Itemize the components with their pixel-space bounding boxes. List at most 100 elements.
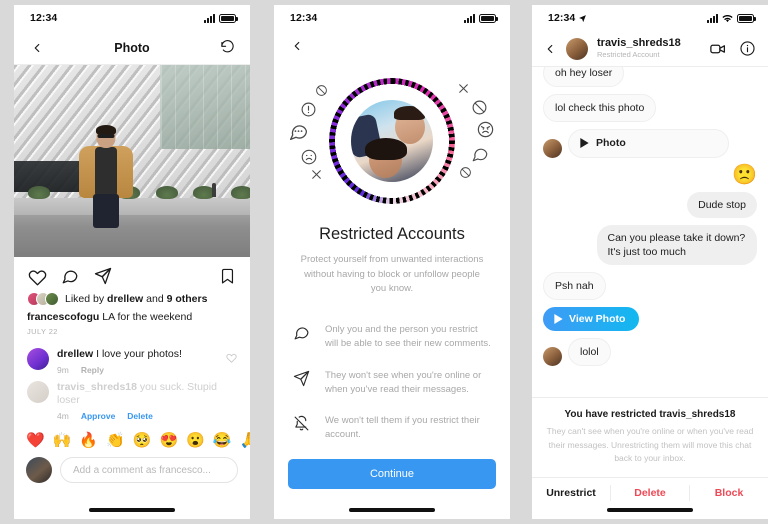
chevron-left-icon[interactable] bbox=[287, 36, 307, 56]
avatar[interactable] bbox=[27, 348, 49, 371]
bell-slash-icon bbox=[292, 414, 311, 433]
delete-button[interactable]: Delete bbox=[127, 411, 153, 421]
emoji-button[interactable]: 😂 bbox=[213, 431, 232, 449]
bush bbox=[28, 186, 51, 200]
angry-face-icon bbox=[475, 119, 496, 140]
page-title: Photo bbox=[114, 40, 150, 55]
delete-button[interactable]: Delete bbox=[611, 478, 689, 508]
list-item: Only you and the person you restrict wil… bbox=[292, 323, 492, 352]
block-circle-slash-icon bbox=[314, 83, 328, 97]
avatar[interactable] bbox=[543, 347, 562, 367]
message-row: 🙁 bbox=[543, 165, 757, 185]
bush bbox=[231, 186, 250, 200]
unrestrict-button[interactable]: Unrestrict bbox=[532, 478, 610, 508]
caption-text: LA for the weekend bbox=[102, 311, 193, 323]
info-circle-icon[interactable] bbox=[737, 39, 757, 59]
photo-message-bubble[interactable]: Photo bbox=[568, 129, 729, 158]
list-item: We won't tell them if you restrict their… bbox=[292, 414, 492, 443]
battery-icon bbox=[479, 13, 498, 23]
paper-plane-icon[interactable] bbox=[93, 266, 113, 286]
phone-screen-post: 12:34 Photo Liked by drellew and 9 other… bbox=[14, 5, 250, 519]
cellular-signal-icon bbox=[464, 13, 475, 23]
photo-message-label: Photo bbox=[596, 137, 626, 150]
page-subtitle: Protect yourself from unwanted interacti… bbox=[300, 254, 484, 295]
dm-identity[interactable]: travis_shreds18 Restricted Account bbox=[597, 37, 699, 59]
post-image[interactable] bbox=[14, 65, 250, 257]
heart-icon[interactable] bbox=[226, 350, 237, 363]
comment-username[interactable]: travis_shreds18 bbox=[57, 381, 137, 393]
post-date: JULY 22 bbox=[27, 327, 58, 337]
message-row: oh hey loser bbox=[543, 67, 757, 88]
page-title: Restricted Accounts bbox=[319, 225, 465, 243]
approve-button[interactable]: Approve bbox=[81, 411, 115, 421]
home-indicator bbox=[532, 508, 768, 519]
emoji-button[interactable]: 😍 bbox=[159, 431, 178, 449]
caption-username[interactable]: francescofogu bbox=[27, 311, 99, 323]
bookmark-icon[interactable] bbox=[217, 266, 237, 286]
emoji-button[interactable]: 🙌 bbox=[53, 431, 72, 449]
avatar[interactable] bbox=[543, 138, 562, 158]
list-item-label: We won't tell them if you restrict their… bbox=[325, 415, 480, 441]
message-thread[interactable]: oh hey loser lol check this photo Photo … bbox=[532, 67, 768, 397]
message-bubble[interactable]: Dude stop bbox=[687, 191, 757, 218]
emoji-button[interactable]: 🔥 bbox=[79, 431, 98, 449]
comment-bubble-icon[interactable] bbox=[60, 266, 80, 286]
location-arrow-icon bbox=[579, 14, 587, 22]
continue-button[interactable]: Continue bbox=[288, 459, 496, 490]
emoji-button[interactable]: 🙏 bbox=[240, 431, 251, 449]
rotate-back-icon[interactable] bbox=[217, 38, 237, 58]
view-photo-label: View Photo bbox=[569, 313, 626, 326]
message-bubble[interactable]: lolol bbox=[568, 338, 611, 367]
distant-person bbox=[212, 183, 217, 198]
wifi-icon bbox=[722, 14, 733, 23]
comment-reply-button[interactable]: Reply bbox=[81, 365, 104, 375]
play-icon bbox=[580, 138, 589, 149]
chevron-left-icon[interactable] bbox=[27, 38, 47, 58]
message-bubble[interactable]: lol check this photo bbox=[543, 94, 657, 123]
phone-screen-direct-message: 12:34 travis_shreds18 Restricted Account bbox=[532, 5, 768, 519]
message-bubble[interactable]: Can you please take it down? It's just t… bbox=[596, 224, 757, 266]
list-item-label: They won't see when you're online or whe… bbox=[325, 369, 482, 395]
message-row: Psh nah bbox=[543, 272, 757, 301]
avatar[interactable] bbox=[27, 380, 49, 403]
battery-icon bbox=[219, 13, 238, 23]
message-bubble[interactable]: Psh nah bbox=[543, 272, 606, 301]
avatar[interactable] bbox=[566, 37, 588, 60]
avatar bbox=[26, 457, 52, 484]
chevron-left-icon[interactable] bbox=[543, 39, 557, 59]
view-photo-button[interactable]: View Photo bbox=[543, 307, 640, 332]
emoji-message[interactable]: 🙁 bbox=[732, 165, 757, 185]
list-item: They won't see when you're online or whe… bbox=[292, 369, 492, 398]
message-bubble-clipped[interactable]: oh hey loser bbox=[543, 67, 625, 88]
x-mark-icon bbox=[456, 81, 470, 95]
avatar bbox=[45, 292, 59, 306]
comment-bubble-icon bbox=[469, 143, 490, 164]
comment-username[interactable]: drellew bbox=[57, 348, 93, 360]
liker-avatar-stack bbox=[27, 292, 59, 306]
comment-composer: Add a comment as francesco... bbox=[14, 455, 250, 484]
dots-bubble-icon bbox=[288, 121, 309, 142]
cellular-signal-icon bbox=[204, 13, 215, 23]
restricted-profile-avatar bbox=[351, 100, 433, 182]
block-button[interactable]: Block bbox=[690, 478, 768, 508]
home-indicator bbox=[14, 508, 250, 519]
heart-icon[interactable] bbox=[27, 266, 47, 286]
emoji-button[interactable]: ❤️ bbox=[26, 431, 45, 449]
foreground-person bbox=[75, 125, 137, 257]
nav-bar: Photo bbox=[14, 31, 250, 65]
comment-input[interactable]: Add a comment as francesco... bbox=[60, 457, 238, 484]
comment-time: 9m bbox=[57, 364, 69, 375]
phone-screen-restricted-intro: 12:34 Restricted Accounts Protect yourse… bbox=[274, 5, 510, 519]
emoji-button[interactable]: 👏 bbox=[106, 431, 125, 449]
message-row: lol check this photo bbox=[543, 94, 757, 123]
emoji-button[interactable]: 🥺 bbox=[133, 431, 152, 449]
liked-by-user[interactable]: drellew bbox=[107, 293, 143, 305]
dm-status-badge: Restricted Account bbox=[597, 49, 660, 59]
liked-by-others[interactable]: 9 others bbox=[167, 293, 208, 305]
restricted-illustration bbox=[274, 61, 510, 221]
quick-emoji-row: ❤️ 🙌 🔥 👏 🥺 😍 😮 😂 🙏 bbox=[14, 423, 250, 455]
video-camera-icon[interactable] bbox=[708, 39, 728, 59]
emoji-button[interactable]: 😮 bbox=[186, 431, 205, 449]
bush bbox=[155, 186, 178, 200]
glass-panel bbox=[160, 65, 250, 150]
